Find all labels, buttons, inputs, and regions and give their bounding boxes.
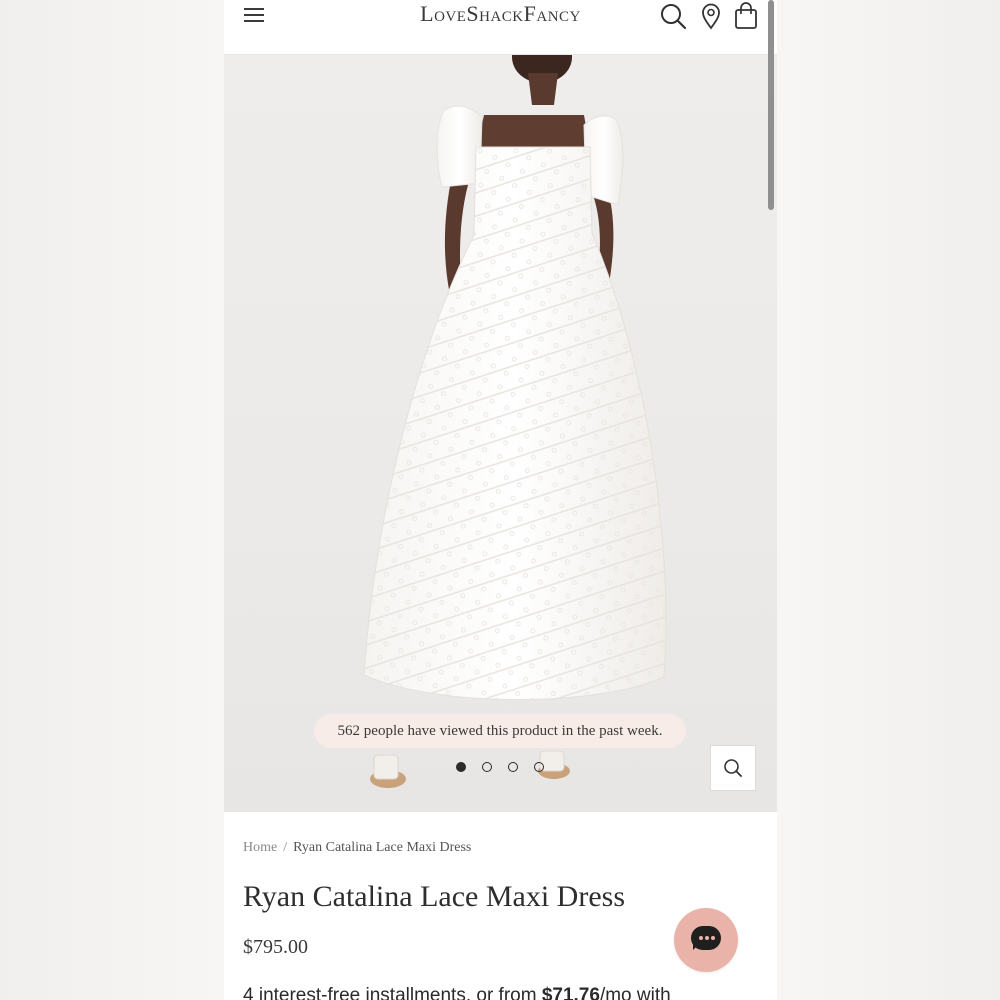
breadcrumb-current: Ryan Catalina Lace Maxi Dress xyxy=(293,840,472,855)
product-price: $795.00 xyxy=(243,936,308,958)
installments-text-start: 4 interest-free installments, or from xyxy=(243,985,542,1000)
gallery-dot-1[interactable] xyxy=(456,762,466,772)
left-background xyxy=(0,0,224,1000)
gallery-dot-2[interactable] xyxy=(482,762,492,772)
shopping-bag-icon[interactable] xyxy=(731,2,761,30)
brand-logo[interactable]: LoveShackFancy xyxy=(224,1,777,27)
installments-amount: $71.76 xyxy=(541,985,600,1000)
installments-text: 4 interest-free installments, or from $7… xyxy=(243,985,671,1000)
breadcrumb-separator: / xyxy=(283,840,288,855)
search-icon[interactable] xyxy=(658,2,688,30)
installments-text-end: /mo with xyxy=(599,985,671,1000)
gallery-dot-3[interactable] xyxy=(508,762,518,772)
gallery-dot-4[interactable] xyxy=(534,762,544,772)
breadcrumb: Home / Ryan Catalina Lace Maxi Dress xyxy=(243,840,471,856)
site-header: LoveShackFancy xyxy=(224,0,777,55)
page-scrollbar[interactable] xyxy=(768,0,774,210)
mobile-page: LoveShackFancy 562 people have viewed th… xyxy=(224,0,777,1000)
zoom-button[interactable] xyxy=(710,745,756,791)
location-pin-icon[interactable] xyxy=(696,2,726,30)
breadcrumb-home-link[interactable]: Home xyxy=(243,840,277,855)
product-image-gallery[interactable]: 562 people have viewed this product in t… xyxy=(224,55,777,812)
chat-button[interactable] xyxy=(674,908,738,972)
product-title: Ryan Catalina Lace Maxi Dress xyxy=(243,880,626,913)
right-background xyxy=(777,0,1000,1000)
viewed-count-notice: 562 people have viewed this product in t… xyxy=(314,714,686,748)
product-photo-dress xyxy=(363,55,667,788)
magnifier-icon xyxy=(724,759,742,777)
